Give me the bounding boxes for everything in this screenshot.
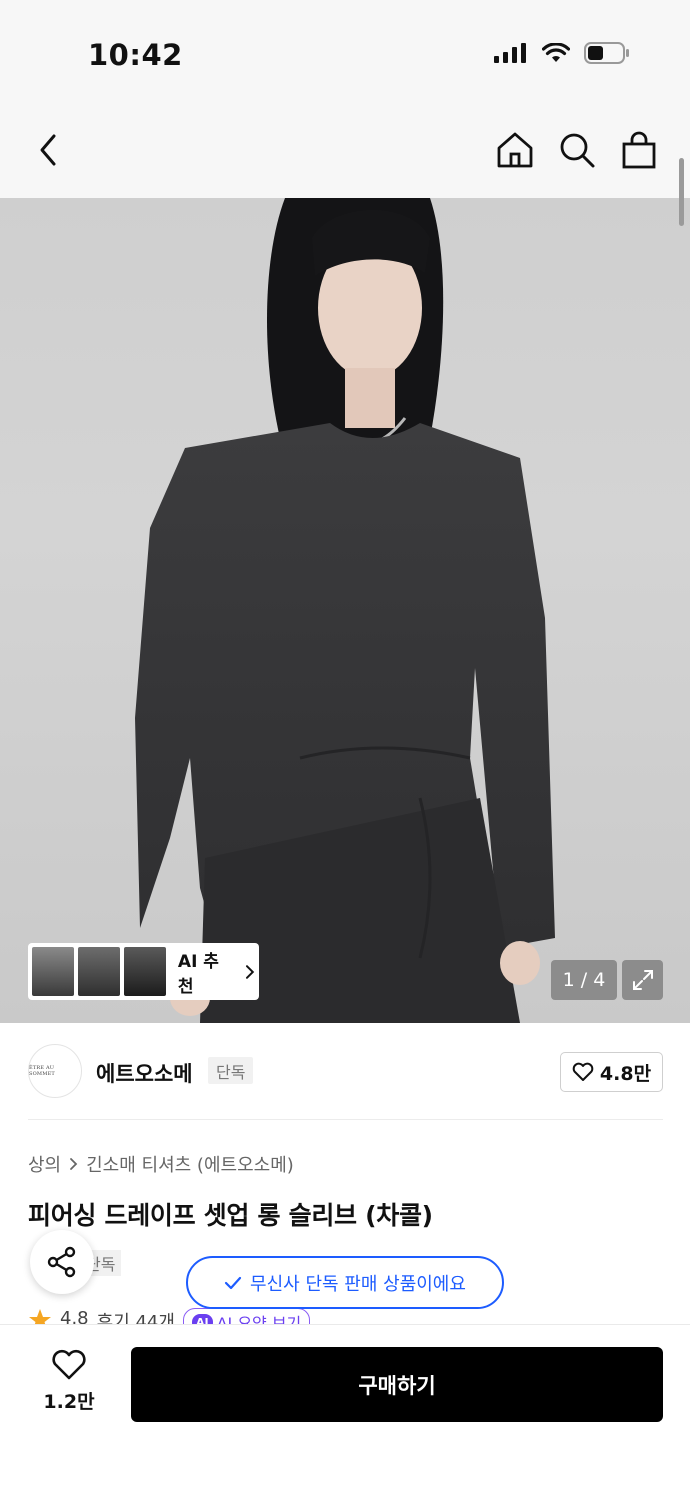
ai-thumb [77, 947, 120, 996]
wishlist-count: 1.2만 [43, 1391, 95, 1413]
status-bar: 10:42 [0, 0, 690, 100]
brand-like-button[interactable]: 4.8만 [560, 1052, 663, 1092]
product-title: 피어싱 드레이프 셋업 롱 슬리브 (차콜) [28, 1201, 433, 1230]
breadcrumb-category[interactable]: 상의 [28, 1151, 61, 1177]
expand-button[interactable] [622, 960, 663, 1000]
product-image-gallery[interactable]: AI 추천 1 / 4 [0, 198, 690, 1023]
brand-like-count: 4.8만 [599, 1062, 652, 1085]
bottom-action-bar: 1.2만 구매하기 [0, 1324, 690, 1500]
divider [28, 1119, 663, 1120]
expand-icon [632, 970, 653, 990]
brand-name[interactable]: 에트오소메 [96, 1058, 193, 1088]
toast-message: 무신사 단독 판매 상품이에요 [250, 1273, 466, 1295]
battery-icon [584, 42, 629, 64]
chevron-right-icon [246, 964, 255, 979]
back-button[interactable] [26, 128, 70, 172]
breadcrumb-subcategory[interactable]: 긴소매 티셔츠 (에트오소메) [86, 1151, 294, 1177]
home-button[interactable] [493, 128, 537, 172]
status-icons [494, 42, 630, 64]
search-icon [560, 133, 595, 168]
product-photo [135, 198, 555, 1023]
buy-button[interactable]: 구매하기 [131, 1347, 663, 1422]
wishlist-button[interactable]: 1.2만 [38, 1349, 100, 1419]
share-icon [47, 1246, 76, 1278]
ai-recommend-button[interactable]: AI 추천 [28, 943, 259, 1000]
breadcrumb: 상의 긴소매 티셔츠 (에트오소메) [28, 1151, 294, 1177]
ai-thumb [32, 947, 74, 996]
exclusive-badge: 단독 [208, 1057, 254, 1084]
cart-button[interactable] [617, 128, 661, 172]
heart-icon [52, 1349, 86, 1380]
ai-recommend-label: AI 추천 [177, 951, 219, 997]
chevron-right-icon [70, 1158, 78, 1170]
share-button[interactable] [30, 1230, 94, 1294]
scrollbar[interactable] [679, 158, 684, 226]
back-icon [40, 134, 56, 166]
page-counter: 1 / 4 [551, 960, 617, 1000]
brand-row: ÊTRE AU SOMMET 에트오소메 단독 4.8만 [28, 1042, 663, 1102]
top-nav [0, 100, 690, 198]
shopping-bag-icon [622, 131, 656, 169]
exclusive-toast: 무신사 단독 판매 상품이에요 [186, 1256, 504, 1309]
search-button[interactable] [555, 128, 599, 172]
wifi-icon [542, 43, 570, 62]
brand-logo[interactable]: ÊTRE AU SOMMET [28, 1044, 82, 1098]
check-icon [224, 1276, 242, 1289]
heart-icon [572, 1062, 594, 1081]
home-icon [497, 132, 533, 168]
signal-icon [494, 43, 526, 63]
status-time: 10:42 [88, 38, 183, 72]
ai-thumb [123, 947, 166, 996]
